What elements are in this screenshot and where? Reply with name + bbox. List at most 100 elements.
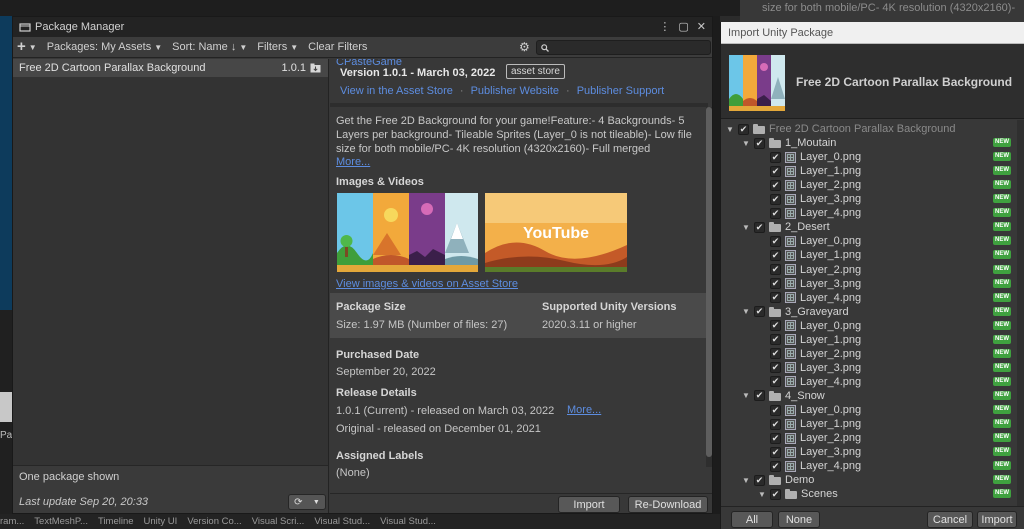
include-checkbox[interactable]: ✔ [770, 235, 781, 247]
include-checkbox[interactable]: ✔ [770, 418, 781, 430]
gear-icon[interactable]: ⚙ [519, 40, 530, 54]
cancel-button[interactable]: Cancel [927, 511, 973, 528]
view-in-asset-store-link[interactable]: View in the Asset Store [340, 85, 453, 97]
include-checkbox[interactable]: ✔ [770, 460, 781, 472]
include-checkbox[interactable]: ✔ [754, 137, 765, 149]
editor-bottom-tab[interactable]: Visual Stud... [314, 516, 380, 527]
include-checkbox[interactable]: ✔ [754, 474, 765, 486]
include-checkbox[interactable]: ✔ [770, 320, 781, 332]
publisher-website-link[interactable]: Publisher Website [471, 85, 559, 97]
include-checkbox[interactable]: ✔ [754, 390, 765, 402]
tree-folder-row[interactable]: ▼ ✔ Demo NEW [721, 473, 1024, 487]
tree-file-row[interactable]: ✔ Layer_4.png NEW [721, 291, 1024, 305]
tree-folder-row[interactable]: ▼ ✔ 1_Moutain NEW [721, 136, 1024, 150]
tree-file-row[interactable]: ✔ Layer_3.png NEW [721, 445, 1024, 459]
tree-file-row[interactable]: ✔ Layer_2.png NEW [721, 347, 1024, 361]
tree-file-row[interactable]: ✔ Layer_3.png NEW [721, 361, 1024, 375]
redownload-button[interactable]: Re-Download [628, 496, 708, 513]
include-checkbox[interactable]: ✔ [770, 348, 781, 360]
search-box[interactable] [536, 40, 711, 55]
tree-file-row[interactable]: ✔ Layer_4.png NEW [721, 459, 1024, 473]
editor-bottom-tab[interactable]: Unity UI [144, 516, 188, 527]
include-checkbox[interactable]: ✔ [770, 151, 781, 163]
tree-file-row[interactable]: ✔ Layer_2.png NEW [721, 178, 1024, 192]
tree-folder-row[interactable]: ▼ ✔ 3_Graveyard NEW [721, 305, 1024, 319]
tree-file-row[interactable]: ✔ Layer_2.png NEW [721, 431, 1024, 445]
import-confirm-button[interactable]: Import [977, 511, 1017, 528]
view-images-link[interactable]: View images & videos on Asset Store [336, 278, 518, 290]
include-checkbox[interactable]: ✔ [770, 179, 781, 191]
tree-file-row[interactable]: ✔ Layer_1.png NEW [721, 164, 1024, 178]
expand-arrow-icon[interactable]: ▼ [741, 223, 751, 232]
tree-file-row[interactable]: ✔ Layer_0.png NEW [721, 403, 1024, 417]
tree-file-row[interactable]: ✔ Layer_4.png NEW [721, 206, 1024, 220]
include-checkbox[interactable]: ✔ [770, 362, 781, 374]
preview-video-thumbnail[interactable]: YouTube [485, 193, 627, 272]
expand-arrow-icon[interactable]: ▼ [741, 391, 751, 400]
tree-file-row[interactable]: ✔ Layer_0.png NEW [721, 150, 1024, 164]
include-checkbox[interactable]: ✔ [770, 432, 781, 444]
tree-file-row[interactable]: ✔ Layer_1.png NEW [721, 333, 1024, 347]
expand-arrow-icon[interactable]: ▼ [741, 307, 751, 316]
editor-bottom-tab[interactable]: TextMeshP... [34, 516, 98, 527]
import-window-titlebar[interactable]: Import Unity Package [721, 22, 1024, 44]
include-checkbox[interactable]: ✔ [770, 249, 781, 261]
editor-bottom-tab[interactable]: Timeline [98, 516, 144, 527]
tree-file-row[interactable]: ✔ Layer_1.png NEW [721, 417, 1024, 431]
details-scrollbar[interactable] [706, 107, 712, 467]
filters-dropdown[interactable]: Filters ▼ [257, 41, 298, 53]
include-checkbox[interactable]: ✔ [770, 488, 781, 500]
include-checkbox[interactable]: ✔ [770, 446, 781, 458]
tree-file-row[interactable]: ✔ Layer_0.png NEW [721, 319, 1024, 333]
include-checkbox[interactable]: ✔ [770, 278, 781, 290]
tree-folder-row[interactable]: ▼ ✔ Scenes NEW [721, 487, 1024, 501]
editor-bottom-tab[interactable]: Visual Scri... [252, 516, 315, 527]
scrollbar-thumb[interactable] [706, 107, 712, 457]
include-checkbox[interactable]: ✔ [770, 292, 781, 304]
editor-bottom-tab[interactable]: Version Co... [187, 516, 251, 527]
include-checkbox[interactable]: ✔ [770, 376, 781, 388]
packages-filter-dropdown[interactable]: Packages: My Assets ▼ [47, 41, 162, 53]
maximize-icon[interactable]: ▢ [678, 20, 688, 33]
tree-folder-row[interactable]: ▼ ✔ 2_Desert NEW [721, 220, 1024, 234]
expand-arrow-icon[interactable]: ▼ [741, 139, 751, 148]
include-checkbox[interactable]: ✔ [770, 264, 781, 275]
tree-file-row[interactable]: ✔ Layer_3.png NEW [721, 192, 1024, 206]
more-options-icon[interactable]: ⋮ [659, 20, 670, 33]
import-button[interactable]: Import [558, 496, 620, 513]
sort-dropdown[interactable]: Sort: Name ↓ ▼ [172, 41, 247, 53]
tree-file-row[interactable]: ✔ Layer_3.png NEW [721, 277, 1024, 291]
select-all-button[interactable]: All [731, 511, 773, 528]
select-none-button[interactable]: None [778, 511, 820, 528]
package-manager-titlebar[interactable]: Package Manager ⋮ ▢ ✕ [13, 17, 712, 37]
description-more-link[interactable]: More... [336, 156, 370, 168]
include-checkbox[interactable]: ✔ [754, 221, 765, 233]
include-checkbox[interactable]: ✔ [770, 334, 781, 346]
tree-folder-row[interactable]: ▼ ✔ 4_Snow NEW [721, 389, 1024, 403]
package-manager-tab[interactable]: Package Manager [19, 21, 124, 33]
expand-arrow-icon[interactable]: ▼ [741, 476, 751, 485]
include-checkbox[interactable]: ✔ [770, 193, 781, 205]
include-checkbox[interactable]: ✔ [770, 207, 781, 219]
expand-arrow-icon[interactable]: ▼ [725, 125, 735, 134]
import-tree-scrollbar[interactable] [1017, 120, 1024, 506]
expand-arrow-icon[interactable]: ▼ [757, 490, 767, 499]
editor-bottom-tab[interactable]: Visual Stud... [380, 516, 446, 527]
preview-image-1[interactable] [337, 193, 478, 272]
clear-filters-button[interactable]: Clear Filters [308, 41, 367, 53]
include-checkbox[interactable]: ✔ [738, 123, 749, 135]
include-checkbox[interactable]: ✔ [770, 404, 781, 416]
editor-bottom-tab[interactable]: ram... [0, 516, 34, 527]
include-checkbox[interactable]: ✔ [770, 165, 781, 177]
close-icon[interactable]: ✕ [697, 20, 706, 33]
tree-file-row[interactable]: ✔ Layer_2.png NEW [721, 263, 1024, 277]
include-checkbox[interactable]: ✔ [754, 306, 765, 318]
tree-file-row[interactable]: ✔ Layer_1.png NEW [721, 248, 1024, 262]
publisher-support-link[interactable]: Publisher Support [577, 85, 664, 97]
package-list-item[interactable]: Free 2D Cartoon Parallax Background 1.0.… [13, 59, 328, 77]
tree-file-row[interactable]: ✔ Layer_0.png NEW [721, 234, 1024, 248]
refresh-button[interactable]: ⟳ ▼ [288, 494, 326, 510]
release-more-link[interactable]: More... [567, 404, 601, 416]
search-input[interactable] [552, 42, 702, 53]
tree-file-row[interactable]: ✔ Layer_4.png NEW [721, 375, 1024, 389]
